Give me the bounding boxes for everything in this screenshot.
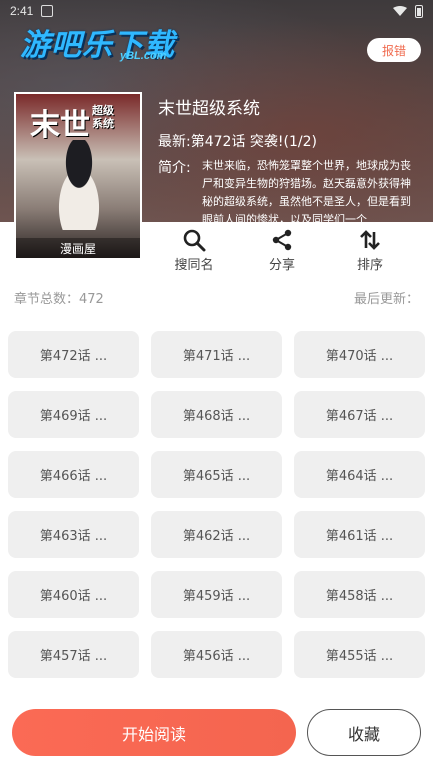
status-bar: 2:41 <box>0 0 433 22</box>
chapter-item[interactable]: 第461话 ... <box>294 511 425 558</box>
chapter-item[interactable]: 第465话 ... <box>151 451 282 498</box>
action-label: 分享 <box>268 258 295 273</box>
action-label: 排序 <box>356 258 383 273</box>
chapter-item[interactable]: 第455话 ... <box>294 631 425 678</box>
intro-label: 简介: <box>158 160 191 176</box>
cover-subtitle: 超级 系统 <box>92 104 114 130</box>
book-info: 末世超级系统 最新:第472话 突袭!(1/2) 简介: 末世来临，恐怖笼罩整个… <box>158 94 420 222</box>
chapter-stats: 章节总数：472 最后更新： <box>14 288 419 307</box>
status-time: 2:41 <box>10 4 34 18</box>
logo-sub: yBL.com <box>120 50 167 62</box>
notification-icon <box>41 5 54 17</box>
chapter-item[interactable]: 第462话 ... <box>151 511 282 558</box>
battery-icon <box>415 4 423 18</box>
latest-label: 最新: <box>158 134 191 150</box>
cover-figure <box>44 140 114 230</box>
cover-title: 末世 <box>30 108 90 143</box>
chapter-item[interactable]: 第467话 ... <box>294 391 425 438</box>
action-row: 搜同名 分享 排序 <box>150 224 433 274</box>
chapter-item[interactable]: 第463话 ... <box>8 511 139 558</box>
chapter-item[interactable]: 第460话 ... <box>8 571 139 618</box>
chapter-item[interactable]: 第456话 ... <box>151 631 282 678</box>
sort-button[interactable]: 排序 <box>326 224 414 274</box>
chapter-item[interactable]: 第459话 ... <box>151 571 282 618</box>
search-icon <box>183 229 206 252</box>
book-title: 末世超级系统 <box>158 99 260 119</box>
chapter-item[interactable]: 第470话 ... <box>294 331 425 378</box>
latest-value: 第472话 突袭!(1/2) <box>190 134 317 150</box>
chapter-item[interactable]: 第472话 ... <box>8 331 139 378</box>
site-logo: 游吧乐下载 yBL.com <box>16 20 186 70</box>
chapter-item[interactable]: 第471话 ... <box>151 331 282 378</box>
chapter-item[interactable]: 第469话 ... <box>8 391 139 438</box>
cover-tag: 漫画屋 <box>16 238 140 258</box>
chapter-item[interactable]: 第468话 ... <box>151 391 282 438</box>
book-cover[interactable]: 末世 超级 系统 漫画屋 <box>14 92 142 260</box>
sort-icon <box>360 230 380 250</box>
start-reading-button[interactable]: 开始阅读 <box>12 709 296 756</box>
action-label: 搜同名 <box>174 258 214 273</box>
chapter-item[interactable]: 第457话 ... <box>8 631 139 678</box>
search-same-name-button[interactable]: 搜同名 <box>150 224 238 274</box>
last-updated: 最后更新： <box>353 292 419 307</box>
bottom-bar: 开始阅读 收藏 <box>0 698 433 769</box>
latest-chapter[interactable]: 最新:第472话 突袭!(1/2) <box>158 131 420 151</box>
report-button[interactable]: 报错 <box>367 38 421 62</box>
book-intro: 简介: 末世来临，恐怖笼罩整个世界，地球成为丧尸和变异生物的狩猎场。赵天磊意外获… <box>158 157 420 222</box>
share-button[interactable]: 分享 <box>238 224 326 274</box>
intro-text: 末世来临，恐怖笼罩整个世界，地球成为丧尸和变异生物的狩猎场。赵天磊意外获得神秘的… <box>202 159 411 222</box>
chapter-total: 章节总数：472 <box>14 292 104 307</box>
chapter-item[interactable]: 第458话 ... <box>294 571 425 618</box>
favorite-button[interactable]: 收藏 <box>307 709 421 756</box>
chapter-item[interactable]: 第466话 ... <box>8 451 139 498</box>
chapter-grid: 第472话 ... 第471话 ... 第470话 ... 第469话 ... … <box>8 331 426 686</box>
chapter-item[interactable]: 第464话 ... <box>294 451 425 498</box>
wifi-icon <box>393 6 407 16</box>
share-icon <box>272 229 292 251</box>
